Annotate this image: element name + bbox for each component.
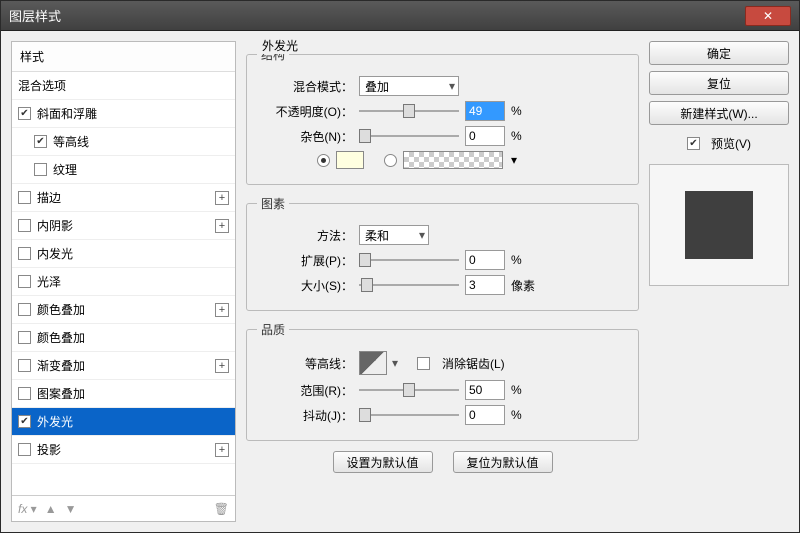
antialias-label: 消除锯齿(L) xyxy=(442,355,505,372)
fx-menu-icon[interactable]: fx ▾ xyxy=(18,502,37,516)
blend-mode-select[interactable]: 叠加 xyxy=(359,76,459,96)
method-label: 方法： xyxy=(257,227,353,244)
spread-label: 扩展(P)： xyxy=(257,252,353,269)
style-row-inner-glow[interactable]: 内发光 xyxy=(12,240,235,268)
checkbox-icon[interactable] xyxy=(18,415,31,428)
size-slider[interactable] xyxy=(359,277,459,293)
add-icon[interactable]: + xyxy=(215,191,229,205)
preview-swatch xyxy=(685,191,753,259)
contour-picker[interactable] xyxy=(359,351,387,375)
dialog-actions: 确定 复位 新建样式(W)... 预览(V) xyxy=(649,41,789,522)
checkbox-icon[interactable] xyxy=(18,191,31,204)
style-row-gradient-overlay[interactable]: 渐变叠加+ xyxy=(12,352,235,380)
checkbox-icon[interactable] xyxy=(18,359,31,372)
add-icon[interactable]: + xyxy=(215,303,229,317)
preview-label: 预览(V) xyxy=(711,135,751,152)
quality-group: 品质 等高线： 消除锯齿(L) 范围(R)： % xyxy=(246,321,639,441)
style-row-blend-options[interactable]: 混合选项 xyxy=(12,72,235,100)
titlebar: 图层样式 ✕ xyxy=(1,1,799,31)
noise-label: 杂色(N)： xyxy=(257,128,353,145)
structure-group: 结构 混合模式： 叠加 不透明度(O)： % 杂色(N)： xyxy=(246,46,639,185)
style-row-inner-shadow[interactable]: 内阴影+ xyxy=(12,212,235,240)
add-icon[interactable]: + xyxy=(215,443,229,457)
style-row-color-overlay[interactable]: 颜色叠加+ xyxy=(12,296,235,324)
preview-checkbox[interactable] xyxy=(687,137,700,150)
ok-button[interactable]: 确定 xyxy=(649,41,789,65)
preview-box xyxy=(649,164,789,286)
cancel-button[interactable]: 复位 xyxy=(649,71,789,95)
style-row-outer-glow[interactable]: 外发光 xyxy=(12,408,235,436)
style-row-texture[interactable]: 纹理 xyxy=(12,156,235,184)
style-row-pattern-overlay[interactable]: 图案叠加 xyxy=(12,380,235,408)
style-row-color-overlay-2[interactable]: 颜色叠加 xyxy=(12,324,235,352)
checkbox-icon[interactable] xyxy=(34,163,47,176)
style-row-bevel[interactable]: 斜面和浮雕 xyxy=(12,100,235,128)
spread-input[interactable] xyxy=(465,250,505,270)
blend-mode-label: 混合模式： xyxy=(257,78,353,95)
jitter-label: 抖动(J)： xyxy=(257,407,353,424)
jitter-input[interactable] xyxy=(465,405,505,425)
checkbox-icon[interactable] xyxy=(18,219,31,232)
gradient-radio[interactable] xyxy=(384,154,397,167)
styles-header: 样式 xyxy=(12,42,235,72)
trash-icon[interactable]: 🗑 xyxy=(214,502,229,516)
window-title: 图层样式 xyxy=(9,6,745,25)
style-row-drop-shadow[interactable]: 投影+ xyxy=(12,436,235,464)
panel-title: 外发光 xyxy=(258,37,302,54)
set-default-button[interactable]: 设置为默认值 xyxy=(333,451,433,473)
add-icon[interactable]: + xyxy=(215,219,229,233)
size-label: 大小(S)： xyxy=(257,277,353,294)
style-row-contour[interactable]: 等高线 xyxy=(12,128,235,156)
gradient-swatch[interactable] xyxy=(403,151,503,169)
spread-slider[interactable] xyxy=(359,252,459,268)
jitter-slider[interactable] xyxy=(359,407,459,423)
method-select[interactable]: 柔和 xyxy=(359,225,429,245)
elements-group: 图素 方法： 柔和 扩展(P)： % 大小(S)： xyxy=(246,195,639,311)
styles-list-panel: 样式 混合选项 斜面和浮雕 等高线 纹理 描边+ 内阴影+ 内发光 光泽 颜色叠… xyxy=(11,41,236,522)
checkbox-icon[interactable] xyxy=(18,107,31,120)
opacity-slider[interactable] xyxy=(359,103,459,119)
noise-input[interactable] xyxy=(465,126,505,146)
style-row-satin[interactable]: 光泽 xyxy=(12,268,235,296)
checkbox-icon[interactable] xyxy=(18,387,31,400)
contour-label: 等高线： xyxy=(257,355,353,372)
reset-default-button[interactable]: 复位为默认值 xyxy=(453,451,553,473)
antialias-checkbox[interactable] xyxy=(417,357,430,370)
checkbox-icon[interactable] xyxy=(18,443,31,456)
move-down-icon[interactable]: ▼ xyxy=(65,502,77,516)
checkbox-icon[interactable] xyxy=(18,247,31,260)
color-swatch[interactable] xyxy=(336,151,364,169)
styles-footer: fx ▾ ▲ ▼ 🗑 xyxy=(12,495,235,521)
style-row-stroke[interactable]: 描边+ xyxy=(12,184,235,212)
size-input[interactable] xyxy=(465,275,505,295)
noise-slider[interactable] xyxy=(359,128,459,144)
move-up-icon[interactable]: ▲ xyxy=(45,502,57,516)
add-icon[interactable]: + xyxy=(215,359,229,373)
checkbox-icon[interactable] xyxy=(18,303,31,316)
opacity-input[interactable] xyxy=(465,101,505,121)
range-slider[interactable] xyxy=(359,382,459,398)
settings-panel: 外发光 结构 混合模式： 叠加 不透明度(O)： % 杂色(N)： xyxy=(246,41,639,522)
range-label: 范围(R)： xyxy=(257,382,353,399)
checkbox-icon[interactable] xyxy=(34,135,47,148)
close-button[interactable]: ✕ xyxy=(745,6,791,26)
layer-style-dialog: 图层样式 ✕ 样式 混合选项 斜面和浮雕 等高线 纹理 描边+ 内阴影+ 内发光… xyxy=(0,0,800,533)
checkbox-icon[interactable] xyxy=(18,331,31,344)
checkbox-icon[interactable] xyxy=(18,275,31,288)
opacity-label: 不透明度(O)： xyxy=(257,103,353,120)
new-style-button[interactable]: 新建样式(W)... xyxy=(649,101,789,125)
color-radio[interactable] xyxy=(317,154,330,167)
range-input[interactable] xyxy=(465,380,505,400)
